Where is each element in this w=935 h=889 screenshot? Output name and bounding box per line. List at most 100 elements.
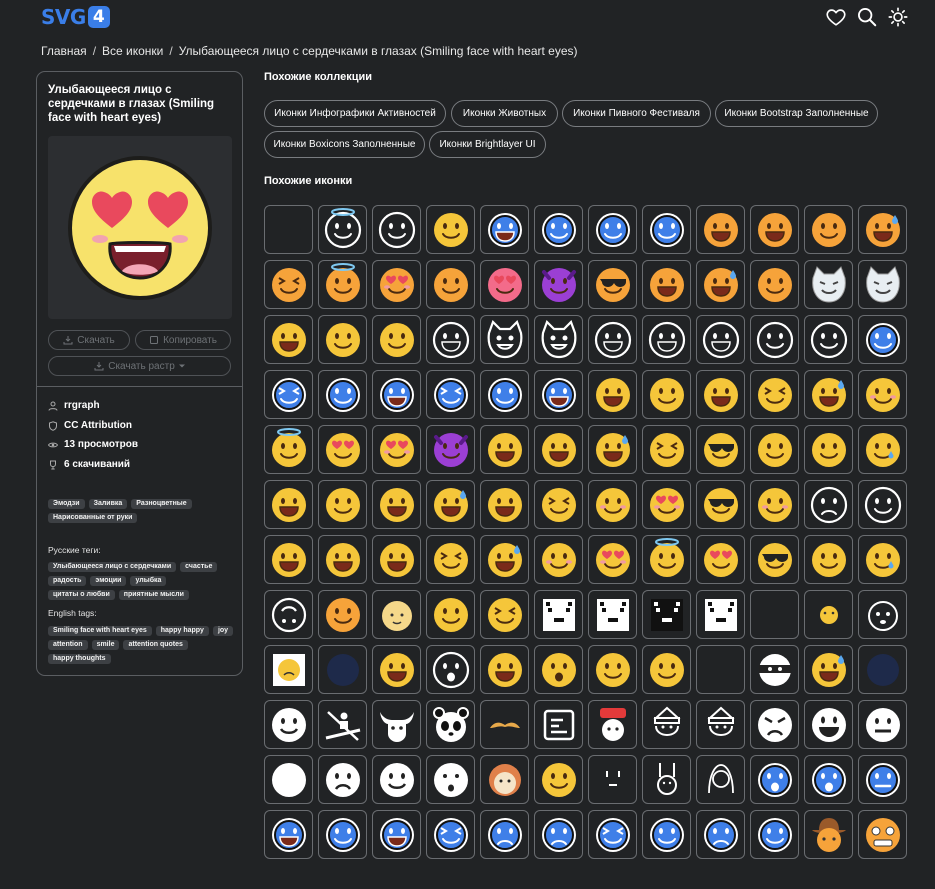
similar-icon-tile[interactable] [426, 370, 475, 419]
tag[interactable]: Разноцветные [131, 499, 192, 509]
author-name[interactable]: rrgraph [64, 400, 100, 411]
similar-icon-tile[interactable] [750, 810, 799, 859]
similar-icon-tile[interactable] [588, 480, 637, 529]
similar-icon-tile[interactable] [426, 480, 475, 529]
tag[interactable]: улыбка [130, 576, 167, 586]
similar-icon-tile[interactable] [480, 260, 529, 309]
similar-icon-tile[interactable] [696, 535, 745, 584]
similar-icon-tile[interactable] [426, 535, 475, 584]
similar-icon-tile[interactable] [372, 645, 421, 694]
tag[interactable]: цитаты о любви [48, 590, 115, 600]
similar-icon-tile[interactable] [642, 260, 691, 309]
similar-icon-tile[interactable] [426, 205, 475, 254]
similar-icon-tile[interactable] [372, 315, 421, 364]
similar-icon-tile[interactable] [318, 810, 367, 859]
license-label[interactable]: CC Attribution [64, 420, 132, 431]
similar-icon-tile[interactable] [858, 205, 907, 254]
similar-icon-tile[interactable] [750, 425, 799, 474]
tag[interactable]: joy [212, 626, 234, 636]
similar-icon-tile[interactable] [750, 315, 799, 364]
theme-toggle-icon[interactable] [887, 6, 909, 28]
similar-icon-tile[interactable] [318, 425, 367, 474]
similar-icon-tile[interactable] [372, 480, 421, 529]
similar-icon-tile[interactable] [804, 370, 853, 419]
similar-icon-tile[interactable] [534, 755, 583, 804]
similar-icon-tile[interactable] [804, 480, 853, 529]
similar-icon-tile[interactable] [480, 370, 529, 419]
similar-icon-tile[interactable] [642, 810, 691, 859]
similar-icon-tile[interactable] [534, 205, 583, 254]
similar-icon-tile[interactable] [588, 645, 637, 694]
similar-icon-tile[interactable] [750, 535, 799, 584]
similar-icon-tile[interactable] [750, 205, 799, 254]
similar-icon-tile[interactable] [696, 645, 745, 694]
similar-icon-tile[interactable] [588, 810, 637, 859]
logo[interactable]: SVG 4 [41, 5, 110, 29]
similar-icon-tile[interactable] [426, 315, 475, 364]
similar-icon-tile[interactable] [480, 755, 529, 804]
similar-icon-tile[interactable] [642, 370, 691, 419]
similar-icon-tile[interactable] [858, 315, 907, 364]
similar-icon-tile[interactable] [588, 205, 637, 254]
similar-icon-tile[interactable] [534, 810, 583, 859]
similar-icon-tile[interactable] [858, 645, 907, 694]
similar-icon-tile[interactable] [480, 425, 529, 474]
similar-icon-tile[interactable] [750, 590, 799, 639]
similar-icon-tile[interactable] [858, 425, 907, 474]
similar-icon-tile[interactable] [804, 810, 853, 859]
similar-icon-tile[interactable] [318, 645, 367, 694]
similar-icon-tile[interactable] [426, 260, 475, 309]
similar-icon-tile[interactable] [318, 205, 367, 254]
similar-icon-tile[interactable] [858, 590, 907, 639]
similar-icon-tile[interactable] [426, 425, 475, 474]
similar-icon-tile[interactable] [426, 700, 475, 749]
similar-icon-tile[interactable] [804, 590, 853, 639]
similar-icon-tile[interactable] [480, 535, 529, 584]
similar-icon-tile[interactable] [318, 755, 367, 804]
similar-icon-tile[interactable] [426, 645, 475, 694]
similar-icon-tile[interactable] [318, 260, 367, 309]
tag[interactable]: happy happy [155, 626, 209, 636]
similar-icon-tile[interactable] [264, 260, 313, 309]
similar-icon-tile[interactable] [696, 260, 745, 309]
similar-icon-tile[interactable] [858, 370, 907, 419]
similar-icon-tile[interactable] [264, 810, 313, 859]
similar-icon-tile[interactable] [696, 590, 745, 639]
tag[interactable]: Нарисованные от руки [48, 513, 138, 523]
search-icon[interactable] [856, 6, 878, 28]
collection-link[interactable]: Иконки Brightlayer UI [429, 131, 546, 158]
similar-icon-tile[interactable] [804, 535, 853, 584]
similar-icon-tile[interactable] [264, 590, 313, 639]
similar-icon-tile[interactable] [804, 315, 853, 364]
similar-icon-tile[interactable] [426, 810, 475, 859]
similar-icon-tile[interactable] [588, 315, 637, 364]
similar-icon-tile[interactable] [264, 535, 313, 584]
similar-icon-tile[interactable] [858, 480, 907, 529]
collection-link[interactable]: Иконки Boxicons Заполненные [264, 131, 425, 158]
similar-icon-tile[interactable] [696, 315, 745, 364]
similar-icon-tile[interactable] [264, 205, 313, 254]
similar-icon-tile[interactable] [264, 425, 313, 474]
similar-icon-tile[interactable] [858, 700, 907, 749]
similar-icon-tile[interactable] [696, 755, 745, 804]
similar-icon-tile[interactable] [264, 700, 313, 749]
similar-icon-tile[interactable] [480, 645, 529, 694]
similar-icon-tile[interactable] [534, 590, 583, 639]
download-raster-button[interactable]: Скачать растр [48, 356, 231, 376]
similar-icon-tile[interactable] [426, 590, 475, 639]
similar-icon-tile[interactable] [372, 700, 421, 749]
similar-icon-tile[interactable] [588, 755, 637, 804]
similar-icon-tile[interactable] [642, 755, 691, 804]
similar-icon-tile[interactable] [372, 370, 421, 419]
similar-icon-tile[interactable] [642, 480, 691, 529]
similar-icon-tile[interactable] [642, 205, 691, 254]
similar-icon-tile[interactable] [318, 315, 367, 364]
tag[interactable]: attention quotes [123, 640, 188, 650]
similar-icon-tile[interactable] [480, 205, 529, 254]
similar-icon-tile[interactable] [264, 370, 313, 419]
similar-icon-tile[interactable] [534, 645, 583, 694]
similar-icon-tile[interactable] [588, 425, 637, 474]
similar-icon-tile[interactable] [534, 315, 583, 364]
breadcrumb-home[interactable]: Главная [41, 44, 87, 58]
similar-icon-tile[interactable] [750, 480, 799, 529]
